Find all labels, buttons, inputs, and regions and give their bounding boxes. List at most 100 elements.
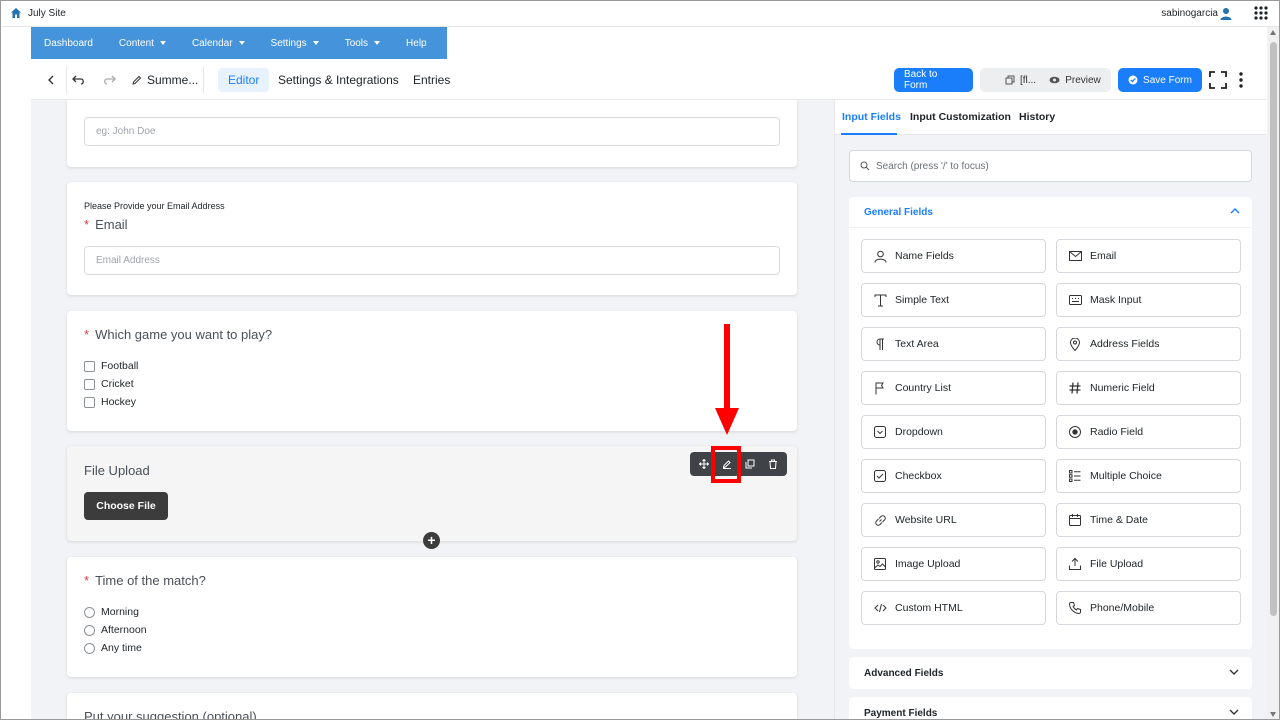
field-mask-input[interactable]: Mask Input xyxy=(1056,283,1241,317)
field-email[interactable]: Email xyxy=(1056,239,1241,273)
field-custom-html[interactable]: Custom HTML xyxy=(861,591,1046,625)
scroll-down-arrow-icon[interactable] xyxy=(1270,712,1276,717)
section-title[interactable]: General Fields xyxy=(864,207,933,218)
radio-option[interactable]: Afternoon xyxy=(84,624,147,636)
flag-icon xyxy=(873,381,887,395)
checkbox-icon xyxy=(873,469,887,483)
chevron-down-icon xyxy=(1229,669,1239,675)
game-field-card[interactable]: * Which game you want to play? Football C… xyxy=(67,311,797,431)
checkbox[interactable] xyxy=(84,378,95,390)
field-country-list[interactable]: Country List xyxy=(861,371,1046,405)
field-text-area[interactable]: Text Area xyxy=(861,327,1046,361)
preview-button[interactable]: Preview xyxy=(1039,68,1111,92)
field-multiple-choice[interactable]: Multiple Choice xyxy=(1056,459,1241,493)
label-text: Which game you want to play? xyxy=(95,327,273,342)
button-label: [fl... xyxy=(1019,74,1037,86)
scroll-up-arrow-icon[interactable] xyxy=(1270,30,1276,35)
annotation-highlight-box xyxy=(711,446,741,483)
radio-option[interactable]: Any time xyxy=(84,642,142,654)
radio[interactable] xyxy=(84,606,95,618)
envelope-icon xyxy=(1068,249,1082,263)
field-label: Simple Text xyxy=(895,294,950,306)
radio[interactable] xyxy=(84,624,95,636)
chevron-up-icon[interactable] xyxy=(1230,206,1240,216)
nav-content[interactable]: Content xyxy=(106,27,179,59)
field-dropdown[interactable]: Dropdown xyxy=(861,415,1046,449)
nav-calendar[interactable]: Calendar xyxy=(179,27,258,59)
nav-dashboard[interactable]: Dashboard xyxy=(31,27,106,59)
field-label: Country List xyxy=(895,382,952,394)
add-field-plus-button[interactable]: + xyxy=(423,532,440,549)
more-vertical-icon[interactable] xyxy=(1234,71,1248,89)
undo-icon[interactable] xyxy=(71,72,87,88)
field-file-upload[interactable]: File Upload xyxy=(1056,547,1241,581)
field-label: Phone/Mobile xyxy=(1090,602,1155,614)
field-label: Numeric Field xyxy=(1090,382,1155,394)
name-input[interactable]: eg: John Doe xyxy=(84,117,780,146)
tab-settings-integrations[interactable]: Settings & Integrations xyxy=(268,68,409,92)
field-time-date[interactable]: Time & Date xyxy=(1056,503,1241,537)
tab-input-fields[interactable]: Input Fields xyxy=(842,111,901,123)
image-icon xyxy=(873,557,887,571)
user-icon xyxy=(873,249,887,263)
field-address-fields[interactable]: Address Fields xyxy=(1056,327,1241,361)
file-upload-label: File Upload xyxy=(84,463,150,478)
checkbox-option[interactable]: Football xyxy=(84,360,138,372)
email-input[interactable]: Email Address xyxy=(84,246,780,275)
field-label: File Upload xyxy=(1090,558,1144,570)
nav-settings[interactable]: Settings xyxy=(258,27,332,59)
field-name-fields[interactable]: Name Fields xyxy=(861,239,1046,273)
copy-icon xyxy=(1005,75,1015,85)
duplicate-icon[interactable] xyxy=(740,454,760,474)
email-field-card[interactable]: Please Provide your Email Address * Email… xyxy=(67,182,797,295)
field-label: Image Upload xyxy=(895,558,961,570)
time-field-card[interactable]: * Time of the match? Morning Afternoon An… xyxy=(67,557,797,677)
button-label: Preview xyxy=(1065,74,1101,86)
fullscreen-icon[interactable] xyxy=(1209,71,1227,89)
code-icon xyxy=(873,601,887,615)
checkbox[interactable] xyxy=(84,360,95,372)
user-avatar-icon[interactable] xyxy=(1220,7,1232,20)
checkbox-option[interactable]: Cricket xyxy=(84,378,134,390)
page-scrollbar[interactable] xyxy=(1267,27,1280,720)
payment-fields-section[interactable]: Payment Fields xyxy=(849,697,1252,720)
apps-grid-icon[interactable] xyxy=(1254,6,1268,20)
site-link[interactable]: July Site xyxy=(10,7,66,19)
field-simple-text[interactable]: Simple Text xyxy=(861,283,1046,317)
back-to-form-button[interactable]: Back to Form xyxy=(894,68,973,92)
checkbox[interactable] xyxy=(84,396,95,408)
field-checkbox[interactable]: Checkbox xyxy=(861,459,1046,493)
checkbox-option[interactable]: Hockey xyxy=(84,396,136,408)
placeholder-text: eg: John Doe xyxy=(96,126,156,137)
file-upload-field-card[interactable]: File Upload Choose File xyxy=(67,446,797,541)
scroll-thumb[interactable] xyxy=(1270,42,1277,616)
nav-help[interactable]: Help xyxy=(393,27,440,59)
tab-history[interactable]: History xyxy=(1019,111,1055,123)
suggestion-field-card[interactable]: Put your suggestion (optional) xyxy=(67,693,797,720)
field-search-input[interactable]: Search (press '/' to focus) xyxy=(849,150,1252,182)
paragraph-icon xyxy=(873,337,887,351)
choose-file-button[interactable]: Choose File xyxy=(84,492,168,520)
tab-entries[interactable]: Entries xyxy=(403,68,460,92)
trash-icon[interactable] xyxy=(763,454,783,474)
field-numeric-field[interactable]: Numeric Field xyxy=(1056,371,1241,405)
advanced-fields-section[interactable]: Advanced Fields xyxy=(849,657,1252,689)
back-chevron-icon[interactable] xyxy=(43,72,59,88)
field-radio-field[interactable]: Radio Field xyxy=(1056,415,1241,449)
tab-editor[interactable]: Editor xyxy=(218,68,270,92)
divider xyxy=(849,227,1252,228)
radio-option[interactable]: Morning xyxy=(84,606,139,618)
field-phone-mobile[interactable]: Phone/Mobile xyxy=(1056,591,1241,625)
option-label: Cricket xyxy=(101,378,134,390)
name-field-card[interactable]: eg: John Doe xyxy=(67,100,797,167)
field-label: Custom HTML xyxy=(895,602,963,614)
form-title[interactable]: Summe... xyxy=(132,73,198,87)
save-form-button[interactable]: Save Form xyxy=(1118,68,1202,92)
nav-tools[interactable]: Tools xyxy=(332,27,393,59)
radio[interactable] xyxy=(84,642,95,654)
redo-icon[interactable] xyxy=(101,72,117,88)
username[interactable]: sabinogarcia xyxy=(1161,8,1218,19)
field-image-upload[interactable]: Image Upload xyxy=(861,547,1046,581)
field-website-url[interactable]: Website URL xyxy=(861,503,1046,537)
tab-input-customization[interactable]: Input Customization xyxy=(910,111,1011,123)
